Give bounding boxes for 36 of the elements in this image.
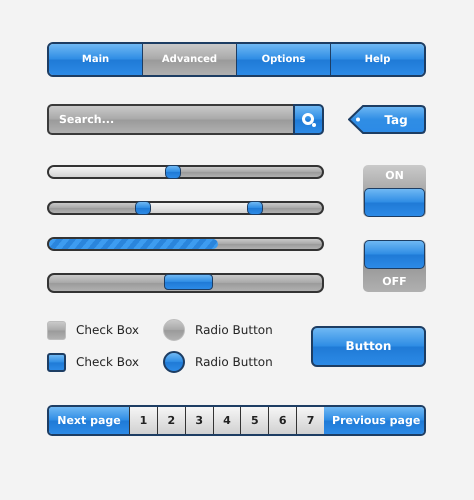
tab[interactable]: Options xyxy=(237,44,331,75)
tag-button[interactable]: Tag xyxy=(348,104,426,135)
tab[interactable]: Advanced xyxy=(143,44,237,75)
radio-button[interactable] xyxy=(163,319,185,341)
button[interactable]: Button xyxy=(311,326,426,366)
checkbox[interactable] xyxy=(47,352,66,372)
page-button[interactable]: 2 xyxy=(156,407,185,434)
checkbox[interactable] xyxy=(47,320,66,340)
page-button[interactable]: 7 xyxy=(296,407,324,434)
radio-button[interactable] xyxy=(163,351,185,373)
page-button[interactable]: 5 xyxy=(240,407,268,434)
search-field[interactable]: Search... xyxy=(47,104,293,135)
page-button[interactable]: 4 xyxy=(212,407,240,434)
slider-thumb[interactable] xyxy=(164,165,181,179)
page-button[interactable]: 1 xyxy=(129,407,157,434)
next-page-button[interactable]: Next page xyxy=(49,407,129,434)
page-button[interactable]: 3 xyxy=(184,407,213,434)
checkbox-label: Check Box xyxy=(76,323,140,337)
page-button[interactable]: 6 xyxy=(268,407,296,434)
range-slider[interactable] xyxy=(47,201,324,215)
toggle-label: ON xyxy=(384,168,405,184)
radio-label: Radio Button xyxy=(195,323,273,337)
checkbox-label: Check Box xyxy=(76,355,140,369)
slider[interactable] xyxy=(47,165,324,179)
scrollbar[interactable] xyxy=(47,273,324,293)
slider-thumb[interactable] xyxy=(134,201,151,215)
tab[interactable]: Main xyxy=(49,44,143,75)
search-button[interactable] xyxy=(293,104,324,135)
radio-label: Radio Button xyxy=(195,355,273,369)
previous-page-button[interactable]: Previous page xyxy=(324,407,424,434)
toggle-label: OFF xyxy=(381,274,408,290)
scrollbar-thumb[interactable] xyxy=(164,274,213,290)
slider-thumb[interactable] xyxy=(246,201,263,215)
toggle-switch[interactable]: OFF xyxy=(363,240,426,292)
search-icon xyxy=(300,112,316,128)
tab[interactable]: Help xyxy=(331,44,424,75)
